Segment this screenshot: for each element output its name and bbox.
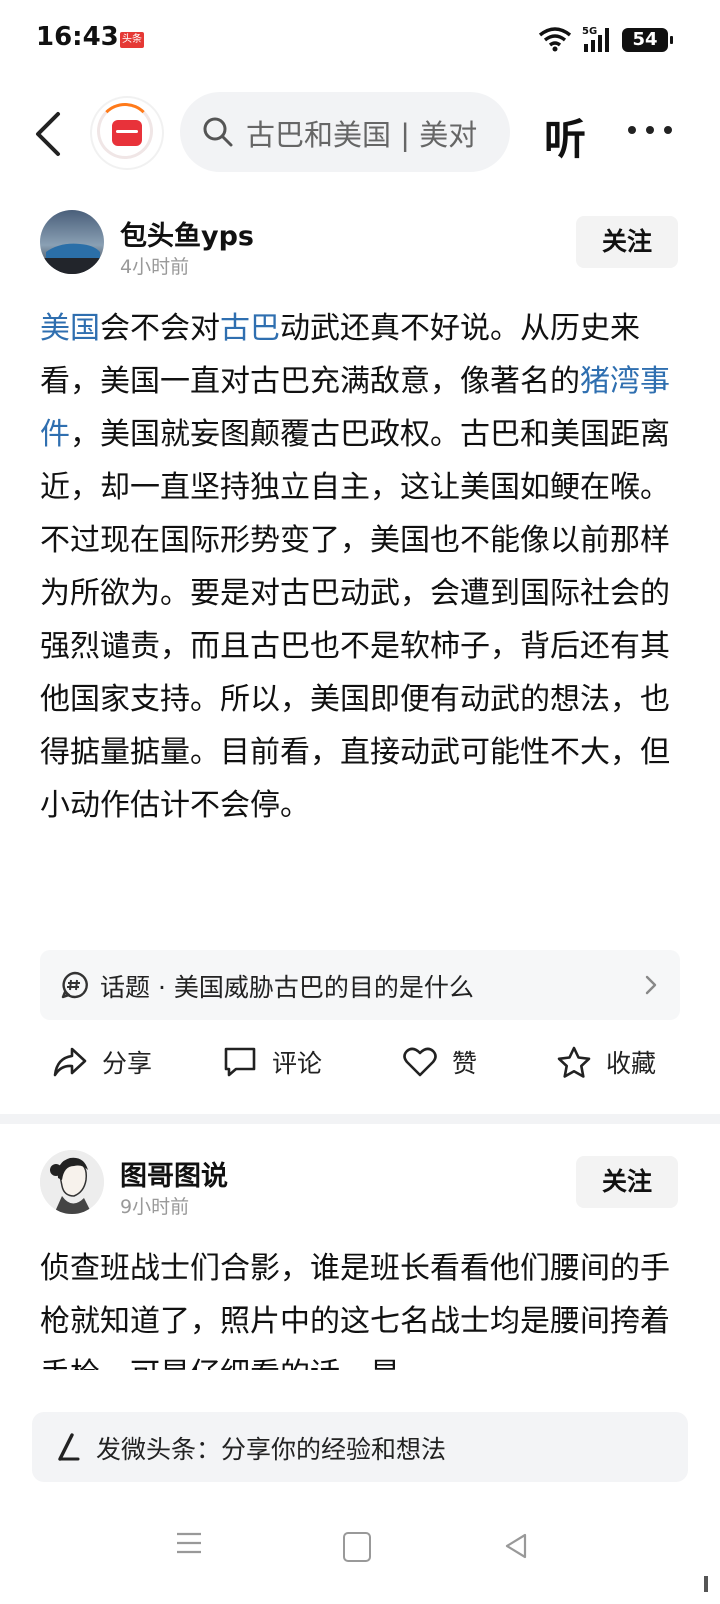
search-icon: [202, 116, 234, 152]
search-placeholder: 古巴和美国 | 美对: [246, 118, 478, 152]
battery-indicator: 54: [622, 28, 673, 52]
toutiao-app-icon[interactable]: [92, 98, 162, 168]
scroll-indicator: [704, 1576, 708, 1592]
post-paragraph: 美国会不会对古巴动武还真不好说。从历史来看，美国一直对古巴充满敌意，像著名的猪湾…: [40, 302, 676, 514]
share-icon: [53, 1047, 87, 1077]
post-body: 美国会不会对古巴动武还真不好说。从历史来看，美国一直对古巴充满敌意，像著名的猪湾…: [40, 302, 676, 832]
back-triangle-icon[interactable]: [503, 1532, 529, 1564]
favorite-button[interactable]: 收藏: [556, 1032, 656, 1092]
post-paragraph: 不过现在国际形势变了，美国也不能像以前那样为所欲为。要是对古巴动武，会遭到国际社…: [40, 514, 676, 832]
app-notification-badge: 头条: [120, 32, 144, 48]
status-time: 16:43: [36, 22, 119, 52]
topic-icon: [60, 970, 90, 1004]
post-time: 9小时前: [120, 1196, 190, 1218]
more-icon[interactable]: [628, 126, 672, 134]
system-nav-bar: [0, 1530, 720, 1590]
favorite-label: 收藏: [606, 1049, 657, 1078]
keyword-link[interactable]: 古巴: [220, 311, 280, 346]
author-name[interactable]: 图哥图说: [120, 1154, 228, 1193]
compose-bar[interactable]: 发微头条：分享你的经验和想法: [32, 1412, 688, 1482]
text-segment: 会不会对: [100, 311, 220, 346]
keyword-link[interactable]: 美国: [40, 311, 100, 346]
chevron-right-icon: [644, 974, 658, 1000]
like-button[interactable]: 赞: [402, 1032, 477, 1092]
post-body: 侦查班战士们合影，谁是班长看看他们腰间的手枪就知道了，照片中的这七名战士均是腰间…: [40, 1251, 670, 1370]
text-segment: ，美国就妄图颠覆古巴政权。古巴和美国距离近，却一直坚持独立自主，这让美国如鲠在喉…: [40, 417, 670, 505]
back-button[interactable]: [28, 106, 76, 162]
heart-icon: [403, 1047, 437, 1077]
comment-icon: [224, 1047, 256, 1077]
menu-icon[interactable]: [176, 1530, 202, 1560]
topic-link[interactable]: 话题 · 美国威胁古巴的目的是什么: [40, 950, 680, 1020]
avatar[interactable]: [40, 1150, 104, 1214]
follow-button[interactable]: 关注: [576, 216, 678, 268]
post-card: 图哥图说 9小时前 关注 侦查班战士们合影，谁是班长看看他们腰间的手枪就知道了，…: [0, 1150, 720, 1370]
cell-signal-icon: 5G: [582, 24, 614, 58]
search-bar[interactable]: 古巴和美国 | 美对: [180, 92, 510, 172]
star-icon: [557, 1046, 591, 1078]
status-bar: 16:43 头条 5G 54: [0, 0, 720, 80]
share-label: 分享: [102, 1049, 153, 1078]
post-time: 4小时前: [120, 256, 190, 278]
listen-button[interactable]: 听: [544, 106, 586, 167]
top-nav-bar: 古巴和美国 | 美对 听: [0, 92, 720, 176]
wifi-icon: [538, 26, 572, 56]
post-divider: [0, 1114, 720, 1124]
topic-label: 话题 · 美国威胁古巴的目的是什么: [100, 973, 474, 1002]
post-actions: 分享 评论 赞 收藏: [0, 1032, 720, 1092]
comment-button[interactable]: 评论: [222, 1032, 322, 1092]
back-icon: [36, 112, 60, 156]
pen-icon: [54, 1432, 82, 1466]
share-button[interactable]: 分享: [52, 1032, 152, 1092]
author-name[interactable]: 包头鱼yps: [120, 214, 254, 253]
compose-placeholder: 发微头条：分享你的经验和想法: [96, 1435, 447, 1464]
follow-button[interactable]: 关注: [576, 1156, 678, 1208]
comment-label: 评论: [272, 1049, 323, 1078]
avatar[interactable]: [40, 210, 104, 274]
network-label: 5G: [582, 26, 597, 37]
home-icon[interactable]: [343, 1532, 371, 1562]
like-label: 赞: [452, 1049, 478, 1078]
text-segment: 不过现在国际形势变了，美国也不能像以前那样为所欲为。要是对古巴动武，会遭到国际社…: [40, 523, 670, 823]
